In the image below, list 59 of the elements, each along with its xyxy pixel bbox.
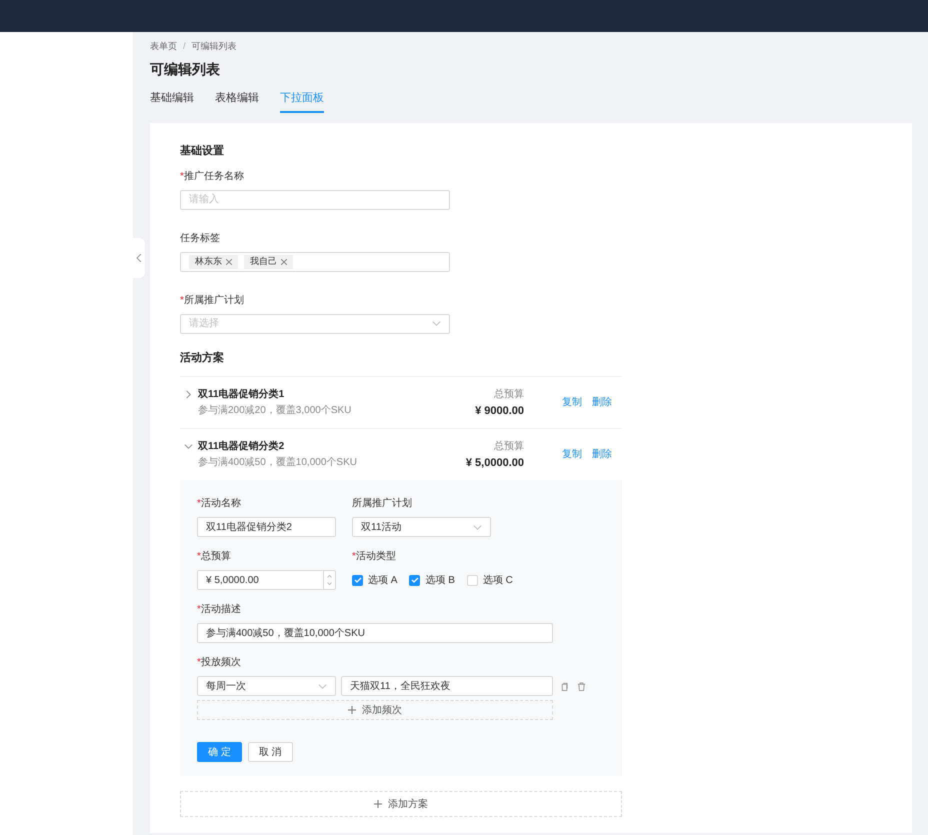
close-icon[interactable]: [281, 258, 287, 264]
tag: 林东东: [189, 254, 238, 268]
field-label: *活动描述: [197, 603, 241, 617]
tag-field[interactable]: 林东东 我自己: [180, 252, 450, 272]
checkbox-option[interactable]: 选项 A: [352, 572, 398, 588]
check-icon: [410, 576, 419, 584]
breadcrumb-item[interactable]: 表单页: [150, 40, 177, 54]
collapse-handle[interactable]: [133, 238, 145, 278]
chevron-down-icon: [432, 319, 441, 328]
number-input[interactable]: ¥ 5,0000.00: [197, 570, 336, 590]
delete-icon[interactable]: [577, 682, 586, 690]
tab[interactable]: 基础编辑: [150, 89, 194, 113]
field-label: *推广任务名称: [180, 170, 244, 184]
plan-name: 双11电器促销分类1: [198, 388, 284, 402]
input-field[interactable]: 请输入: [180, 190, 450, 210]
checkbox[interactable]: [352, 574, 363, 586]
tag: 我自己: [244, 254, 293, 268]
close-icon[interactable]: [226, 258, 232, 264]
field-label: 任务标签: [180, 232, 220, 246]
chevron-left-icon: [136, 254, 142, 262]
add-frequency-button[interactable]: 添加频次: [197, 700, 553, 720]
budget-amount: ¥ 5,0000.00: [466, 456, 524, 470]
input-field[interactable]: 双11电器促销分类2: [197, 517, 336, 537]
budget-label: 总预算: [494, 388, 524, 402]
budget-amount: ¥ 9000.00: [475, 404, 524, 418]
budget-label: 总预算: [494, 440, 524, 454]
cancel-button[interactable]: 取 消: [248, 742, 293, 762]
copy-icon[interactable]: [560, 682, 569, 690]
plus-icon: [348, 706, 356, 714]
section-title: 活动方案: [180, 350, 224, 366]
checkbox-option[interactable]: 选项 C: [466, 572, 513, 588]
plan-name: 双11电器促销分类2: [198, 440, 284, 454]
tab[interactable]: 表格编辑: [215, 89, 259, 113]
plus-icon: [374, 800, 382, 808]
breadcrumb-item[interactable]: 可编辑列表: [192, 40, 237, 54]
chevron-down-icon: [318, 682, 327, 690]
checkbox-option[interactable]: 选项 B: [409, 572, 455, 588]
chevron-down-icon: [473, 522, 482, 532]
field-label: *投放频次: [197, 656, 241, 670]
plan-row[interactable]: 双11电器促销分类1 参与满200减20，覆盖3,000个SKU 总预算 ¥ 9000.00 复制 删除: [180, 376, 622, 428]
chevron-down-icon[interactable]: [184, 442, 193, 451]
add-plan-button[interactable]: 添加方案: [180, 791, 622, 817]
input-field[interactable]: 参与满400减50，覆盖10,000个SKU: [197, 623, 553, 643]
checkbox[interactable]: [409, 574, 420, 586]
check-icon: [354, 576, 362, 584]
input-field[interactable]: 天猫双11，全民狂欢夜: [341, 676, 553, 696]
select-field[interactable]: 双11活动: [352, 517, 491, 537]
chevron-right-icon[interactable]: [184, 390, 193, 399]
field-label: *活动名称: [197, 497, 241, 511]
field-label: *活动类型: [352, 550, 396, 564]
field-label: *所属推广计划: [180, 294, 244, 308]
field-label: *总预算: [197, 550, 231, 564]
plan-description: 参与满200减20，覆盖3,000个SKU: [198, 404, 352, 418]
field-label: 所属推广计划: [352, 497, 412, 511]
select-field[interactable]: 每周一次: [197, 676, 336, 696]
plan-description: 参与满400减50，覆盖10,000个SKU: [198, 456, 357, 470]
breadcrumb-separator: /: [183, 40, 186, 54]
section-title: 基础设置: [180, 144, 224, 159]
page-title: 可编辑列表: [150, 60, 220, 79]
